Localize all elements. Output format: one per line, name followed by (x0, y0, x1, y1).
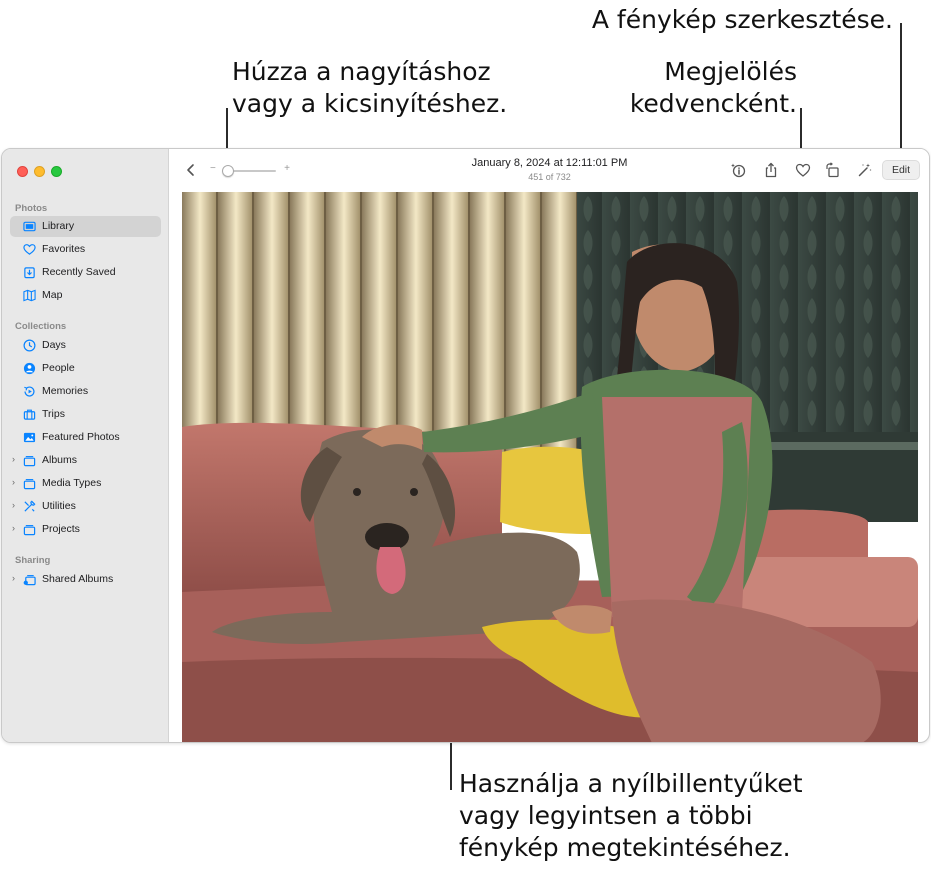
info-button[interactable] (728, 161, 748, 179)
sidebar-item-label: Recently Saved (42, 266, 116, 278)
sidebar-item-library[interactable]: Library (10, 216, 161, 237)
sidebar-item-label: Media Types (42, 477, 102, 489)
close-window-button[interactable] (17, 166, 28, 177)
sidebar-item-label: Favorites (42, 243, 86, 255)
callout-navigate-line1: Használja a nyílbillentyűket (459, 769, 803, 798)
sidebar-item-label: Map (42, 289, 63, 301)
callout-zoom-line1: Húzza a nagyításhoz (232, 57, 491, 86)
library-icon (23, 221, 36, 232)
chevron-right-icon[interactable]: › (12, 500, 20, 512)
callout-zoom-line2: vagy a kicsinyítéshez. (232, 89, 508, 118)
sidebar-item-days[interactable]: Days (10, 335, 161, 356)
rotate-button[interactable] (823, 161, 843, 179)
utilities-icon (24, 500, 36, 512)
sidebar-item-label: Trips (42, 408, 65, 420)
callout-navigate: Használja a nyílbillentyűket vagy legyin… (459, 768, 803, 864)
featured-photos-icon (23, 432, 36, 443)
sidebar-section-photos: Photos (15, 203, 48, 214)
zoom-window-button[interactable] (51, 166, 62, 177)
rotate-icon (826, 162, 839, 178)
trips-icon (23, 409, 36, 420)
people-icon (23, 362, 36, 375)
albums-icon (23, 456, 36, 467)
chevron-right-icon[interactable]: › (12, 477, 20, 489)
auto-enhance-button[interactable] (855, 161, 875, 179)
sidebar-item-label: Utilities (42, 500, 76, 512)
sidebar-item-media-types[interactable]: › Media Types (10, 473, 161, 494)
callout-favorite-line2: kedvencként. (629, 89, 797, 118)
sidebar-item-label: Memories (42, 385, 89, 397)
sidebar-item-albums[interactable]: › Albums (10, 450, 161, 471)
info-sparkle-icon (731, 163, 746, 178)
map-icon (23, 289, 36, 302)
sidebar-item-people[interactable]: People (10, 358, 161, 379)
toolbar: − + January 8, 2024 at 12:11:01 PM 451 o… (170, 149, 929, 191)
sidebar-item-label: Shared Albums (42, 573, 114, 585)
sidebar-item-trips[interactable]: Trips (10, 404, 161, 425)
recently-saved-icon (24, 267, 35, 279)
share-icon (765, 162, 777, 178)
sidebar: Photos Library Favorites Recently Saved … (2, 149, 169, 742)
photos-window: Photos Library Favorites Recently Saved … (1, 148, 930, 743)
sidebar-item-recently-saved[interactable]: Recently Saved (10, 262, 161, 283)
memories-icon (24, 386, 35, 397)
sidebar-section-collections: Collections (15, 321, 67, 332)
sidebar-item-label: Featured Photos (42, 431, 120, 443)
sidebar-item-map[interactable]: Map (10, 285, 161, 306)
projects-icon (23, 525, 36, 536)
callout-navigate-line2: vagy legyintsen a többi (459, 801, 753, 830)
media-types-icon (23, 479, 36, 490)
days-icon (23, 339, 36, 352)
edit-button[interactable]: Edit (882, 160, 920, 180)
heart-icon (23, 244, 36, 255)
sidebar-item-shared-albums[interactable]: › Shared Albums (10, 569, 161, 590)
photo-date-title: January 8, 2024 at 12:11:01 PM (471, 157, 628, 169)
minimize-window-button[interactable] (34, 166, 45, 177)
callout-edit: A fénykép szerkesztése. (592, 4, 893, 36)
sidebar-item-utilities[interactable]: › Utilities (10, 496, 161, 517)
shared-albums-icon (23, 575, 36, 586)
favorite-button[interactable] (793, 161, 813, 179)
callout-zoom: Húzza a nagyításhoz vagy a kicsinyítéshe… (232, 56, 507, 120)
chevron-right-icon[interactable]: › (12, 573, 20, 585)
photo-girl-with-dog-image (182, 192, 918, 742)
sidebar-item-label: Library (42, 220, 75, 232)
sidebar-item-label: People (42, 362, 75, 374)
main-photo[interactable] (182, 192, 918, 742)
callout-favorite: Megjelölés kedvencként. (630, 56, 797, 120)
callout-favorite-line1: Megjelölés (664, 57, 797, 86)
sidebar-item-favorites[interactable]: Favorites (10, 239, 161, 260)
share-button[interactable] (761, 161, 781, 179)
sidebar-item-label: Days (42, 339, 66, 351)
chevron-right-icon[interactable]: › (12, 454, 20, 466)
sidebar-item-memories[interactable]: Memories (10, 381, 161, 402)
sidebar-item-featured-photos[interactable]: Featured Photos (10, 427, 161, 448)
heart-icon (795, 163, 811, 177)
sidebar-section-sharing: Sharing (15, 555, 51, 566)
callout-edit-line (900, 23, 902, 155)
callout-navigate-line3: fénykép megtekintéséhez. (459, 833, 791, 862)
sidebar-item-label: Projects (42, 523, 80, 535)
sidebar-item-label: Albums (42, 454, 78, 466)
photo-count: 451 of 732 (528, 172, 571, 182)
chevron-right-icon[interactable]: › (12, 523, 20, 535)
callout-edit-text: A fénykép szerkesztése. (591, 5, 893, 34)
magic-wand-icon (858, 163, 872, 177)
sidebar-item-projects[interactable]: › Projects (10, 519, 161, 540)
